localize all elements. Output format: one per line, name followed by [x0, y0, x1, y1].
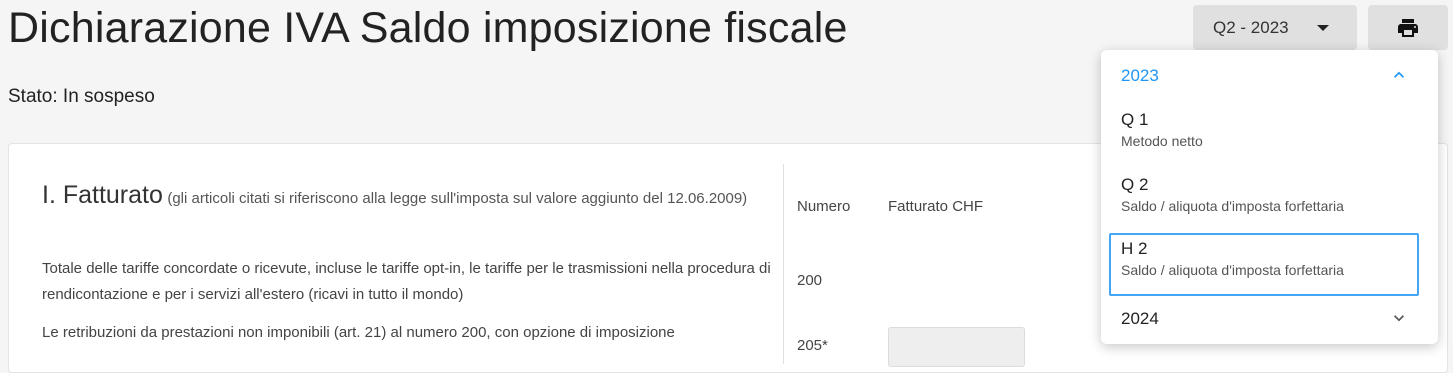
- period-option-title: H 2: [1121, 239, 1148, 258]
- period-dropdown-menu: 2023 Q 1 Metodo netto Q 2 Saldo / aliquo…: [1101, 50, 1438, 344]
- row-description: Totale delle tariffe concordate o ricevu…: [42, 260, 771, 303]
- column-divider: [783, 164, 784, 364]
- row-number: 205*: [797, 337, 828, 354]
- period-option-subtitle: Saldo / aliquota d'imposta forfettaria: [1121, 262, 1344, 278]
- period-option-title: Q 2: [1121, 175, 1149, 194]
- year-header-2023[interactable]: 2023: [1121, 66, 1159, 86]
- status-text: Stato: In sospeso: [8, 86, 155, 107]
- section-title: I. Fatturato: [42, 181, 163, 209]
- period-option-title: Q 1: [1121, 110, 1149, 129]
- row-number: 200: [797, 272, 823, 289]
- row-description: Le retribuzioni da prestazioni non impon…: [42, 324, 675, 341]
- period-select-label: Q2 - 2023: [1213, 17, 1289, 37]
- print-button[interactable]: [1368, 5, 1448, 50]
- column-header-amount: Fatturato CHF: [888, 198, 984, 215]
- amount-input-205[interactable]: [888, 327, 1025, 367]
- period-option-subtitle: Metodo netto: [1121, 133, 1203, 149]
- period-option-h2[interactable]: H 2 Saldo / aliquota d'imposta forfettar…: [1109, 233, 1419, 296]
- section-note: (gli articoli citati si riferiscono alla…: [167, 190, 748, 207]
- period-option-q1[interactable]: Q 1 Metodo netto: [1109, 106, 1419, 166]
- caret-down-icon: [1317, 25, 1329, 31]
- period-option-subtitle: Saldo / aliquota d'imposta forfettaria: [1121, 198, 1344, 214]
- section-heading: I. Fatturato (gli articoli citati si rif…: [42, 178, 777, 216]
- period-option-q2[interactable]: Q 2 Saldo / aliquota d'imposta forfettar…: [1109, 171, 1419, 231]
- period-select-button[interactable]: Q2 - 2023: [1193, 5, 1357, 50]
- printer-icon: [1398, 18, 1418, 37]
- column-header-number: Numero: [797, 198, 851, 215]
- chevron-down-icon[interactable]: [1389, 308, 1409, 328]
- chevron-up-icon[interactable]: [1389, 65, 1409, 85]
- page-title: Dichiarazione IVA Saldo imposizione fisc…: [8, 4, 848, 52]
- year-header-2024[interactable]: 2024: [1121, 309, 1159, 329]
